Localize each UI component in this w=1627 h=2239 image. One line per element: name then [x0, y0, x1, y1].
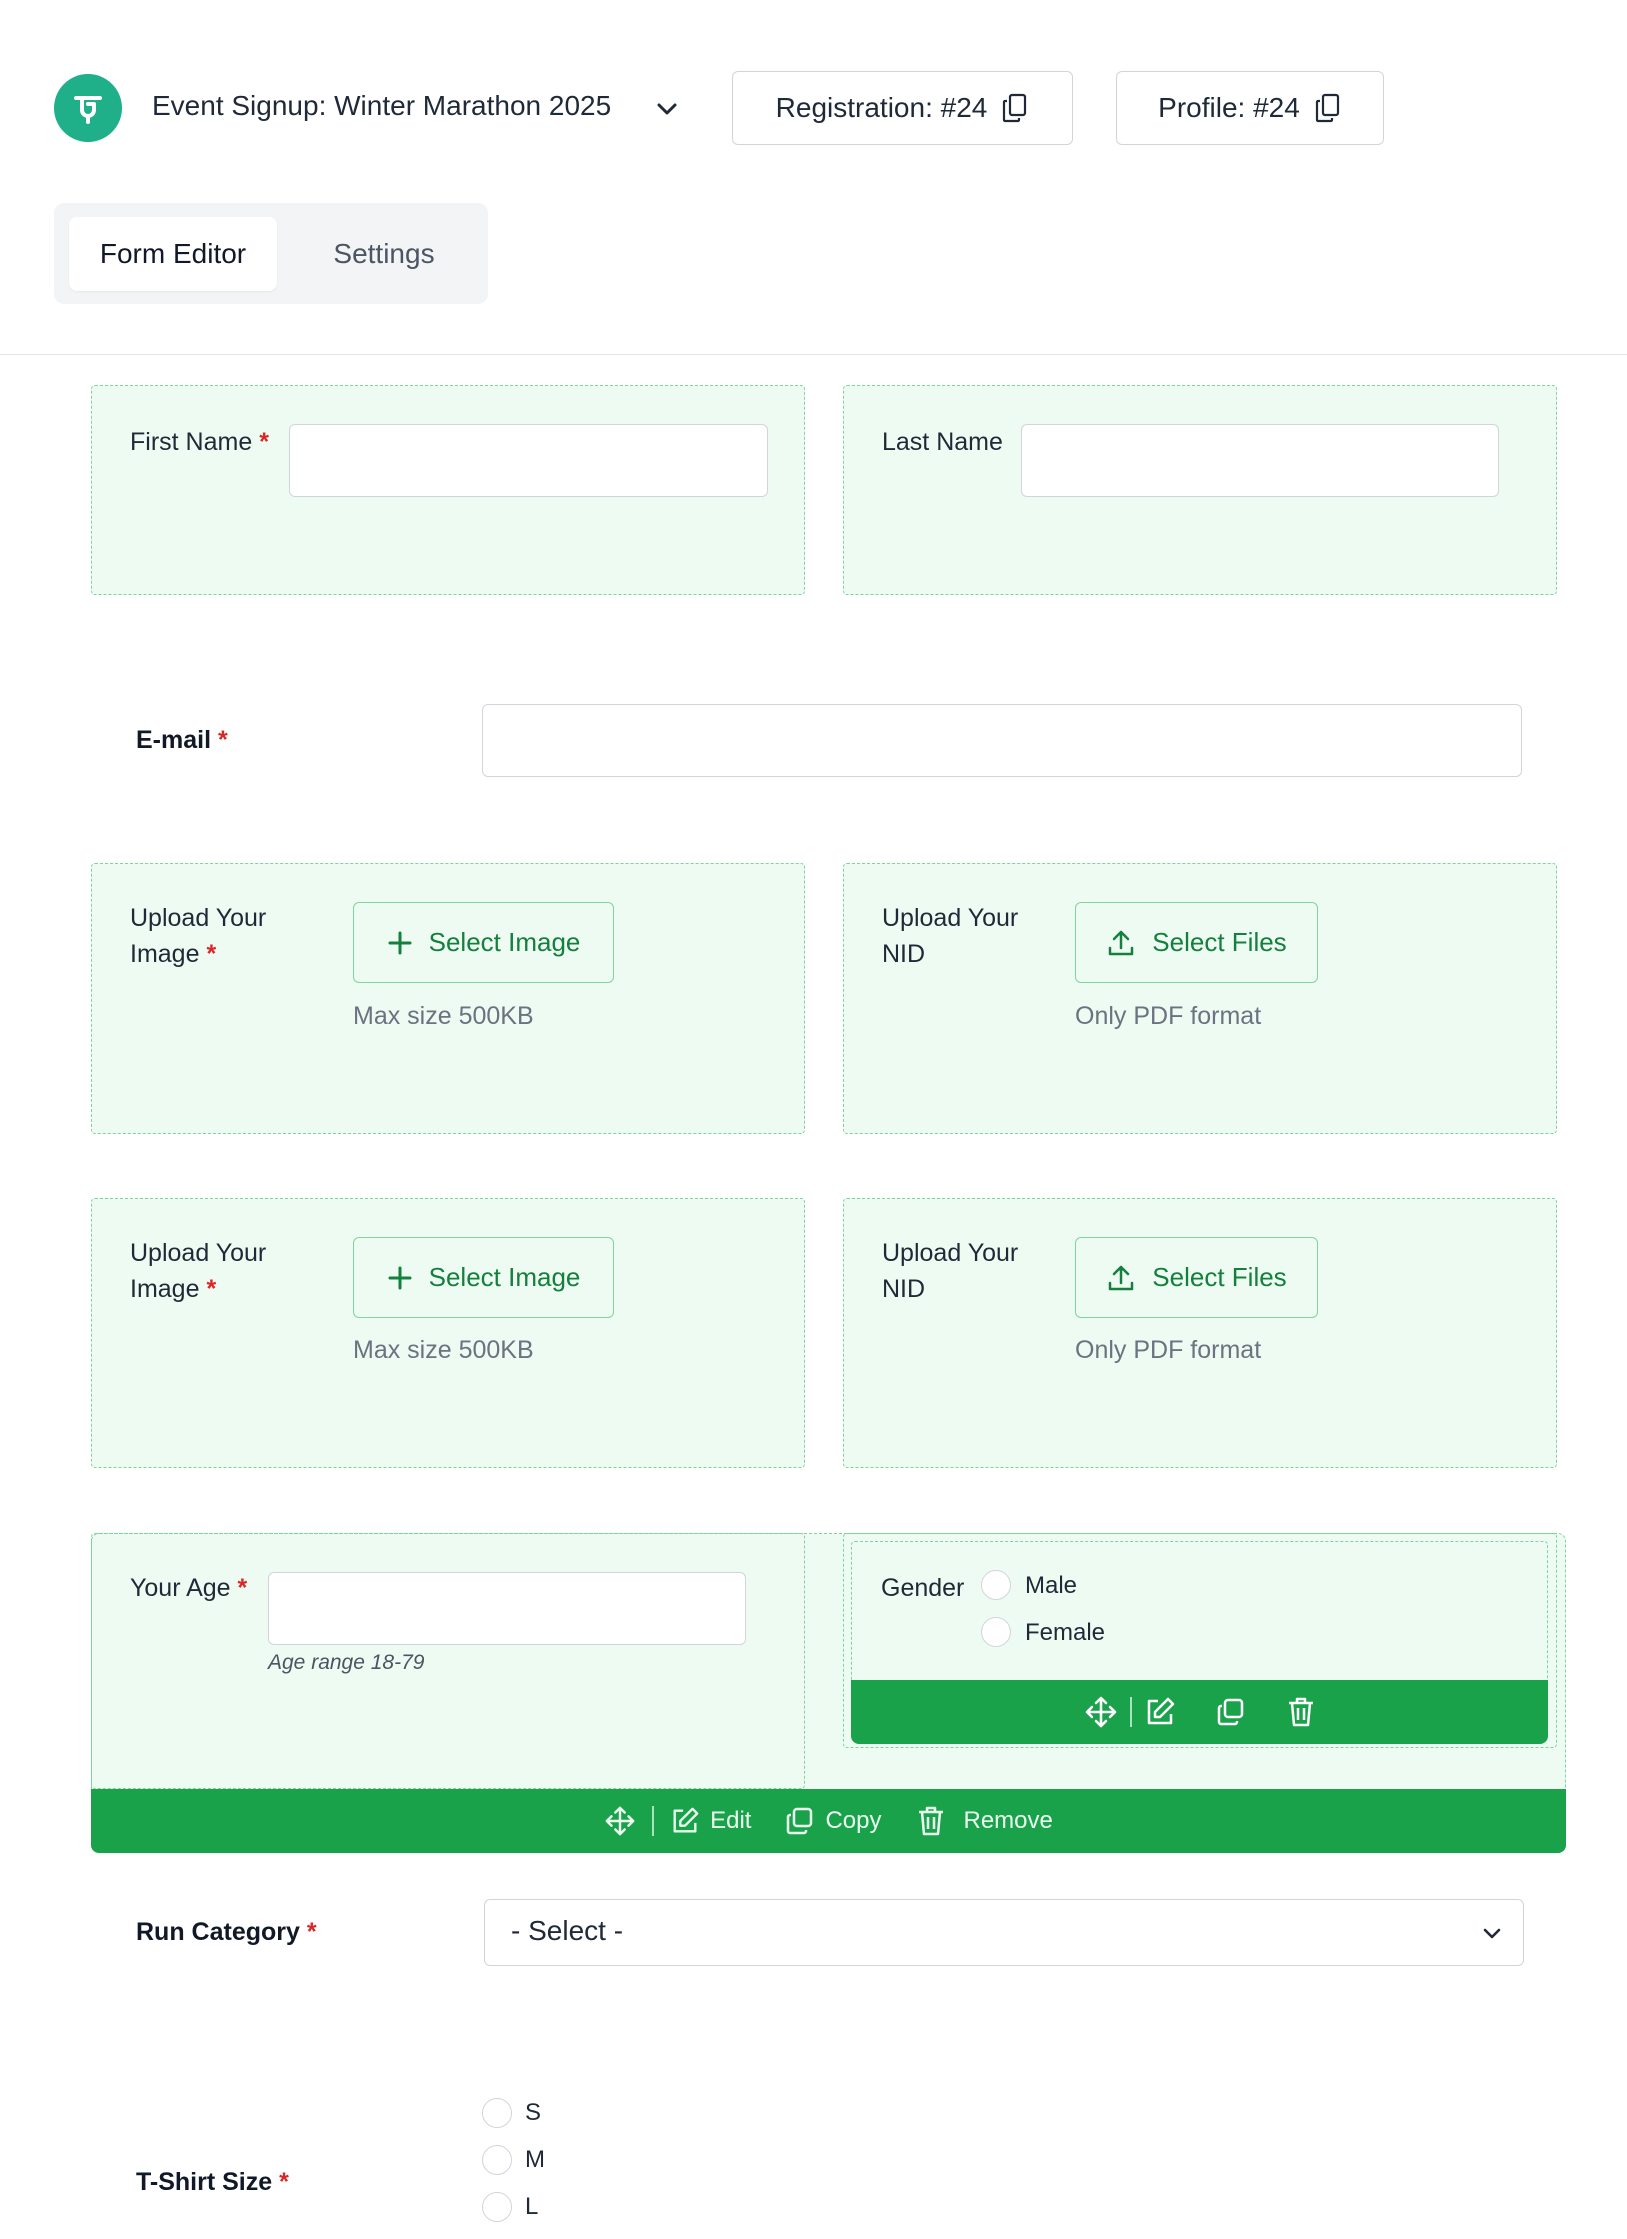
radio-size-l-label: L: [525, 2193, 539, 2220]
radio-size-s[interactable]: [482, 2098, 512, 2128]
upload-image-label: Upload Your Image *: [130, 904, 267, 968]
upload-nid-label: Upload Your NID: [882, 1239, 1019, 1303]
select-image-button[interactable]: Select Image: [353, 1237, 614, 1318]
radio-size-s-label: S: [525, 2099, 542, 2126]
last-name-input[interactable]: [1021, 424, 1499, 497]
trash-icon[interactable]: [1286, 1696, 1316, 1728]
age-label: Your Age *: [130, 1574, 248, 1602]
run-category-label: Run Category *: [136, 1918, 317, 1946]
upload-nid-field[interactable]: Upload Your NID Select Files Only PDF fo…: [843, 1198, 1557, 1468]
toolbar-divider: [652, 1806, 655, 1836]
radio-female-label: Female: [1025, 1619, 1106, 1646]
email-input[interactable]: [482, 704, 1522, 777]
gender-field[interactable]: Gender Male Female: [851, 1541, 1548, 1686]
move-icon: [604, 1805, 636, 1837]
editor-tabs: Form Editor Settings: [54, 203, 488, 304]
select-files-button[interactable]: Select Files: [1075, 1237, 1318, 1318]
radio-size-m[interactable]: [482, 2145, 512, 2175]
edit-icon[interactable]: [1144, 1696, 1176, 1728]
trash-icon: [916, 1805, 946, 1837]
tab-settings[interactable]: Settings: [294, 217, 474, 291]
radio-size-m-label: M: [525, 2146, 545, 2173]
radio-size-l[interactable]: [482, 2192, 512, 2222]
upload-image-hint: Max size 500KB: [353, 1336, 534, 1364]
chevron-down-icon: [1479, 1920, 1505, 1946]
registration-id-label: Registration: #24: [775, 92, 988, 123]
age-field[interactable]: Your Age * Age range 18-79: [91, 1533, 805, 1789]
toolbar-divider: [1129, 1697, 1132, 1727]
plus-icon: [387, 1265, 413, 1291]
age-hint: Age range 18-79: [268, 1651, 425, 1674]
radio-male[interactable]: [981, 1570, 1011, 1600]
move-icon[interactable]: [1084, 1695, 1118, 1729]
first-name-field[interactable]: First Name *: [91, 385, 805, 595]
last-name-field[interactable]: Last Name: [843, 385, 1557, 595]
logo-icon[interactable]: [54, 74, 122, 142]
move-handle[interactable]: [604, 1805, 636, 1837]
upload-image-hint: Max size 500KB: [353, 1002, 534, 1030]
run-category-select[interactable]: - Select -: [484, 1899, 1524, 1966]
edit-icon: [670, 1806, 700, 1836]
upload-icon: [1106, 928, 1136, 958]
row-toolbar: Edit Copy Remove: [91, 1789, 1566, 1853]
upload-image-field[interactable]: Upload Your Image * Select Image Max siz…: [91, 863, 805, 1134]
field-toolbar: [851, 1680, 1548, 1744]
remove-button[interactable]: Remove: [916, 1805, 1053, 1837]
gender-label: Gender: [881, 1574, 965, 1602]
run-category-selected: - Select -: [511, 1915, 624, 1946]
upload-nid-hint: Only PDF format: [1075, 1336, 1262, 1364]
last-name-label: Last Name: [882, 428, 1003, 456]
copy-icon[interactable]: [1216, 1697, 1246, 1727]
select-files-button[interactable]: Select Files: [1075, 902, 1318, 983]
radio-male-label: Male: [1025, 1572, 1078, 1599]
form-header: Event Signup: Winter Marathon 2025 Regis…: [0, 0, 1627, 355]
chevron-down-icon[interactable]: [654, 96, 680, 122]
edit-button[interactable]: Edit: [670, 1806, 751, 1836]
copy-icon: [785, 1806, 815, 1836]
form-title[interactable]: Event Signup: Winter Marathon 2025: [152, 90, 611, 122]
upload-image-field[interactable]: Upload Your Image * Select Image Max siz…: [91, 1198, 805, 1468]
radio-female[interactable]: [981, 1617, 1011, 1647]
upload-nid-field[interactable]: Upload Your NID Select Files Only PDF fo…: [843, 863, 1557, 1134]
select-image-button[interactable]: Select Image: [353, 902, 614, 983]
profile-id-button[interactable]: Profile: #24: [1116, 71, 1384, 145]
tshirt-size-label: T-Shirt Size *: [136, 2168, 289, 2196]
age-input[interactable]: [268, 1572, 746, 1645]
registration-id-button[interactable]: Registration: #24: [732, 71, 1073, 145]
plus-icon: [387, 930, 413, 956]
email-label: E-mail *: [136, 726, 228, 754]
copy-icon: [1314, 93, 1342, 123]
tab-form-editor[interactable]: Form Editor: [69, 217, 277, 291]
upload-image-label: Upload Your Image *: [130, 1239, 267, 1303]
upload-nid-hint: Only PDF format: [1075, 1002, 1262, 1030]
profile-id-label: Profile: #24: [1158, 92, 1300, 123]
copy-icon: [1001, 93, 1029, 123]
first-name-input[interactable]: [289, 424, 768, 497]
upload-nid-label: Upload Your NID: [882, 904, 1019, 968]
first-name-label: First Name *: [130, 428, 269, 456]
copy-button[interactable]: Copy: [785, 1806, 882, 1836]
upload-icon: [1106, 1263, 1136, 1293]
